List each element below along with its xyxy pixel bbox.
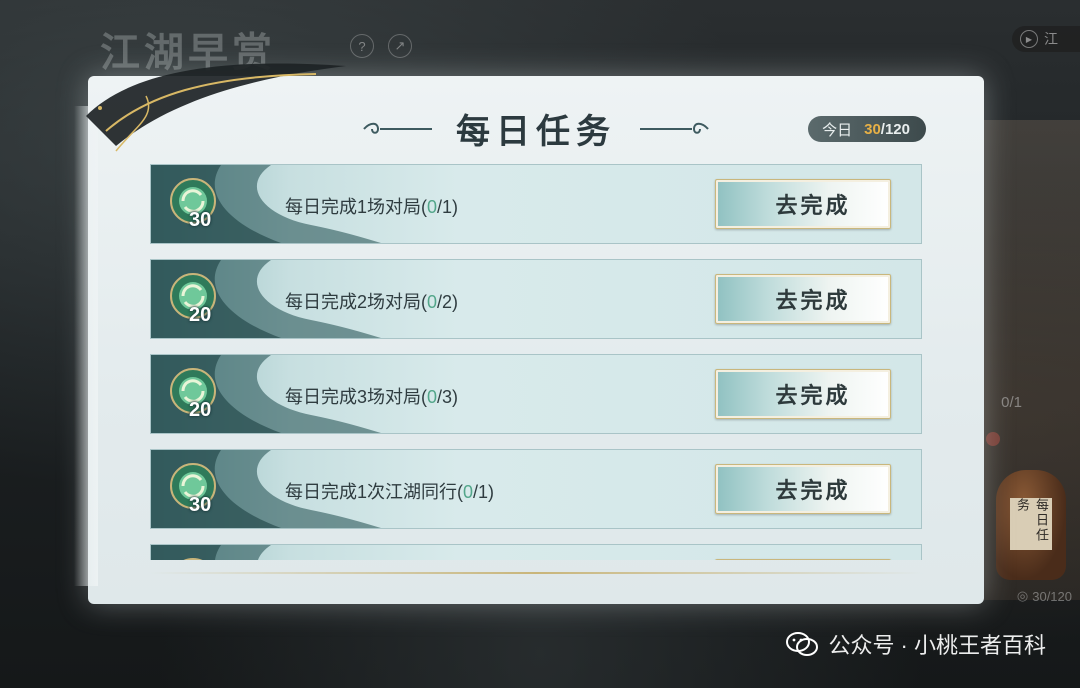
wechat-icon — [786, 632, 819, 656]
jade-coin-icon — [183, 558, 203, 560]
task-progress: 0 — [427, 292, 438, 312]
task-row: 30 每日完成1次江湖同行(0/1) 去完成 — [150, 449, 922, 529]
task-description: 每日完成1场对局(0/1) — [285, 197, 459, 217]
go-complete-button[interactable]: 去完成 — [715, 179, 891, 229]
title-ornament-left-icon — [363, 122, 432, 134]
task-row-partial — [150, 544, 922, 560]
task-description: 每日完成3场对局(0/3) — [285, 387, 459, 407]
panel-bottom-divider — [148, 572, 924, 574]
watermark-text: 公众号 · 小桃王者百科 — [828, 633, 1046, 658]
reward-amount: 20 — [189, 304, 212, 326]
task-progress: 0 — [427, 387, 438, 407]
task-description: 每日完成2场对局(0/2) — [285, 292, 459, 312]
reward-amount: 20 — [189, 399, 212, 421]
today-current: 30 — [864, 120, 881, 138]
question-icon[interactable]: ? — [350, 34, 374, 58]
reward-amount: 30 — [189, 209, 212, 231]
top-icon-group: ? ↗ — [350, 34, 412, 58]
coin-icon: ◎ — [1016, 588, 1029, 603]
side-progress-value: 30/120 — [1032, 588, 1072, 604]
task-row: 20 每日完成3场对局(0/3) 去完成 — [150, 354, 922, 434]
side-progress: ◎ 30/120 — [1017, 588, 1072, 604]
wine-jar[interactable]: 每日任务 — [996, 470, 1066, 580]
task-progress: 0 — [427, 197, 438, 217]
panel-title: 每日任务 — [456, 112, 616, 152]
side-alert-icon — [986, 432, 1000, 446]
event-title-bg: 江湖早赏 — [100, 29, 276, 76]
task-row: 20 每日完成2场对局(0/2) 去完成 — [150, 259, 922, 339]
go-complete-button[interactable] — [715, 559, 891, 560]
today-label: 今日 — [822, 121, 853, 139]
play-icon: ▶ — [1020, 30, 1038, 48]
task-row: 30 每日完成1场对局(0/1) 去完成 — [150, 164, 922, 244]
go-complete-button[interactable]: 去完成 — [715, 369, 891, 419]
reward-amount: 30 — [189, 494, 212, 516]
side-progress-text: 0/1 — [1001, 394, 1022, 411]
share-icon[interactable]: ↗ — [388, 34, 412, 58]
task-progress: 0 — [463, 482, 474, 502]
task-description: 每日完成1次江湖同行(0/1) — [285, 482, 495, 502]
top-right-label: 江 — [1044, 31, 1058, 47]
go-complete-button[interactable]: 去完成 — [715, 464, 891, 514]
daily-tasks-panel: 每日任务 今日 30/120 30 每日完成1场对局(0/1) 去完成 20 每… — [74, 63, 984, 604]
panel-edge — [74, 106, 98, 586]
today-max: /120 — [880, 120, 910, 138]
jar-label: 每日任务 — [1010, 498, 1052, 550]
task-list[interactable]: 30 每日完成1场对局(0/1) 去完成 20 每日完成2场对局(0/2) 去完… — [150, 164, 922, 560]
top-right-tab[interactable]: ▶ 江 — [1012, 26, 1080, 52]
today-progress-badge: 今日 30/120 — [808, 116, 926, 142]
watermark: 公众号 · 小桃王者百科 — [786, 628, 1046, 660]
go-complete-button[interactable]: 去完成 — [715, 274, 891, 324]
title-ornament-right-icon — [640, 122, 709, 134]
